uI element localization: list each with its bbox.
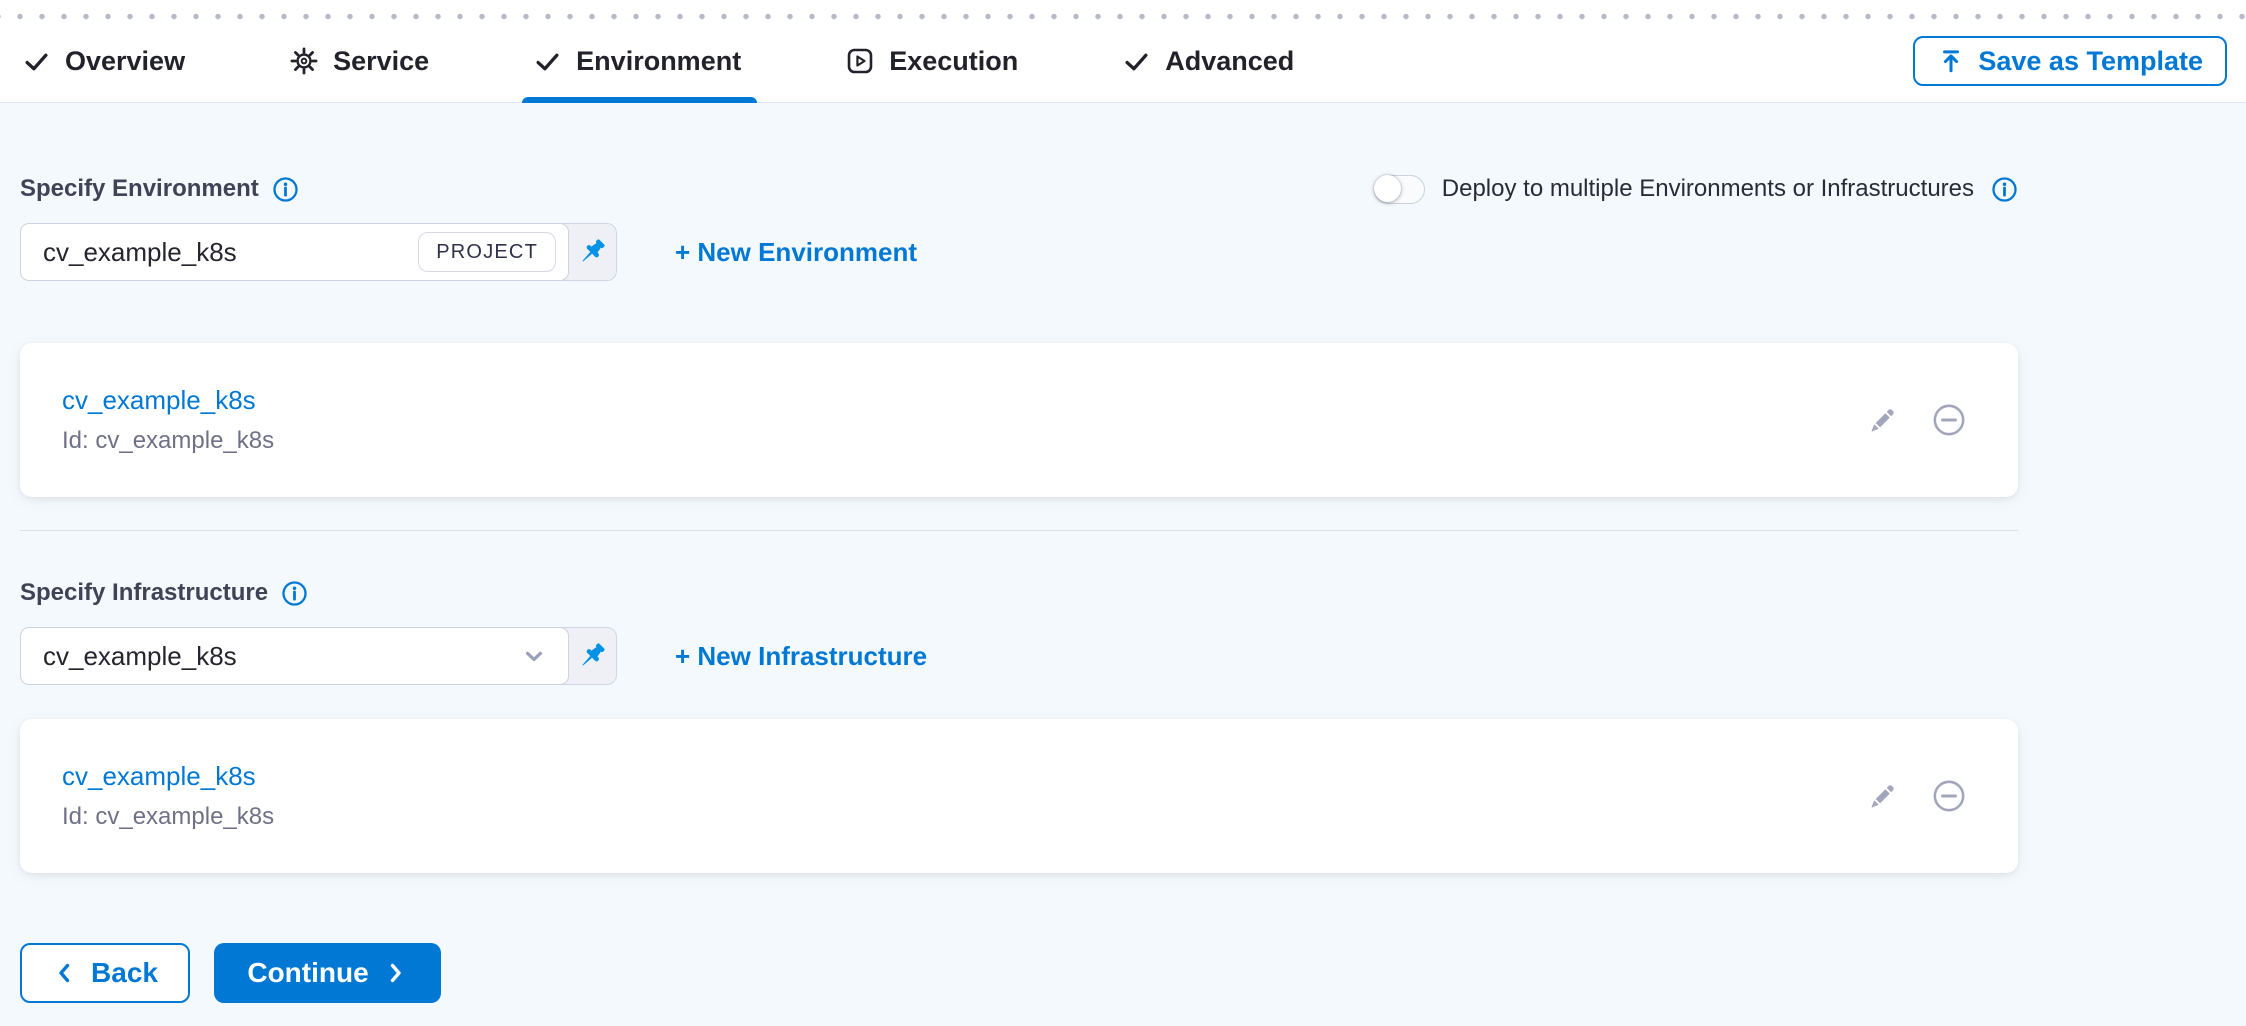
tab-label: Advanced [1165, 46, 1294, 77]
stage-header: Overview Service [0, 0, 2246, 103]
info-icon[interactable] [281, 580, 308, 607]
environment-input-group: cv_example_k8s PROJECT [20, 223, 617, 281]
multi-env-toggle-group: Deploy to multiple Environments or Infra… [1374, 175, 2018, 204]
info-icon[interactable] [272, 176, 299, 203]
infrastructure-select-value: cv_example_k8s [43, 641, 237, 672]
new-environment-link[interactable]: + New Environment [675, 237, 917, 268]
minus-circle-icon [1932, 779, 1966, 813]
tab-label: Execution [889, 46, 1018, 77]
wizard-footer: Back Continue [20, 943, 2246, 1003]
pin-button[interactable] [568, 224, 616, 280]
infrastructure-card-text: cv_example_k8s Id: cv_example_k8s [62, 761, 274, 831]
info-icon[interactable] [1991, 176, 2018, 203]
infrastructure-select-group: cv_example_k8s [20, 627, 617, 685]
continue-button[interactable]: Continue [214, 943, 441, 1003]
infrastructure-card-id: Id: cv_example_k8s [62, 803, 274, 831]
minus-circle-icon [1932, 403, 1966, 437]
section-divider [20, 530, 2018, 531]
specify-infrastructure-label-text: Specify Infrastructure [20, 579, 268, 607]
tab-execution[interactable]: Execution [846, 20, 1018, 102]
chevron-down-icon [520, 642, 556, 670]
specify-infrastructure-label: Specify Infrastructure [20, 579, 308, 607]
header-top-strip [0, 0, 2246, 13]
dotted-divider [0, 13, 2246, 20]
pin-icon [575, 235, 609, 269]
pencil-icon [1867, 405, 1898, 436]
new-infrastructure-link[interactable]: + New Infrastructure [675, 641, 927, 672]
edit-infrastructure-button[interactable] [1867, 781, 1898, 812]
execution-icon [846, 47, 874, 75]
tab-label: Environment [576, 46, 741, 77]
infrastructure-card: cv_example_k8s Id: cv_example_k8s [20, 719, 2018, 873]
continue-button-label: Continue [247, 957, 368, 989]
tab-label: Service [333, 46, 429, 77]
environment-card-name-link[interactable]: cv_example_k8s [62, 385, 274, 416]
save-as-template-button[interactable]: Save as Template [1913, 36, 2227, 86]
back-button-label: Back [91, 957, 158, 989]
pencil-icon [1867, 781, 1898, 812]
tab-label: Overview [65, 46, 185, 77]
check-icon [534, 48, 561, 75]
chevron-right-icon [382, 960, 408, 986]
environment-input[interactable]: cv_example_k8s PROJECT [20, 223, 569, 281]
pin-icon [575, 639, 609, 673]
environment-tab-panel: Specify Environment Deploy to multiple E… [0, 171, 2246, 1003]
gear-icon [290, 47, 318, 75]
scope-badge: PROJECT [418, 232, 556, 272]
chevron-left-icon [52, 960, 78, 986]
pin-button[interactable] [568, 628, 616, 684]
specify-environment-label-text: Specify Environment [20, 175, 259, 203]
remove-environment-button[interactable] [1932, 403, 1966, 437]
environment-input-value: cv_example_k8s [43, 237, 237, 268]
specify-environment-label: Specify Environment [20, 175, 299, 203]
tab-environment[interactable]: Environment [534, 20, 741, 102]
environment-card-id: Id: cv_example_k8s [62, 427, 274, 455]
infrastructure-select[interactable]: cv_example_k8s [20, 627, 569, 685]
multi-env-toggle[interactable] [1374, 175, 1425, 204]
environment-card-text: cv_example_k8s Id: cv_example_k8s [62, 385, 274, 455]
stage-tabbar: Overview Service [0, 20, 2246, 103]
tab-advanced[interactable]: Advanced [1123, 20, 1294, 102]
upload-icon [1937, 47, 1965, 75]
environment-card: cv_example_k8s Id: cv_example_k8s [20, 343, 2018, 497]
tab-overview[interactable]: Overview [23, 20, 185, 102]
infrastructure-card-actions [1867, 779, 1966, 813]
edit-environment-button[interactable] [1867, 405, 1898, 436]
remove-infrastructure-button[interactable] [1932, 779, 1966, 813]
check-icon [23, 48, 50, 75]
multi-env-toggle-label: Deploy to multiple Environments or Infra… [1442, 175, 1974, 203]
save-as-template-label: Save as Template [1978, 46, 2203, 77]
check-icon [1123, 48, 1150, 75]
back-button[interactable]: Back [20, 943, 190, 1003]
toggle-knob [1374, 175, 1401, 202]
infrastructure-card-name-link[interactable]: cv_example_k8s [62, 761, 274, 792]
environment-card-actions [1867, 403, 1966, 437]
tab-service[interactable]: Service [290, 20, 429, 102]
